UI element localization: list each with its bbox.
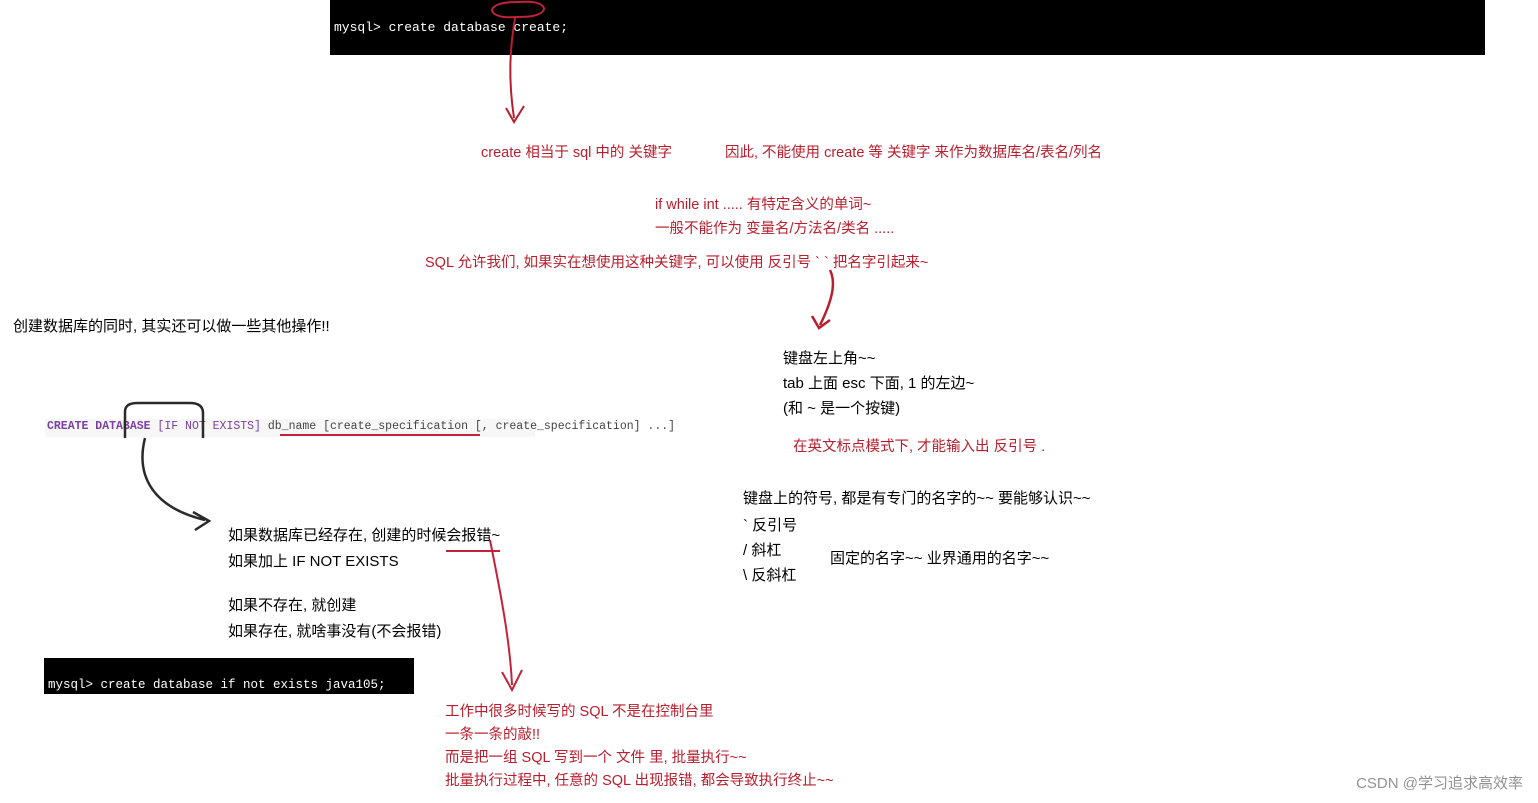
note-work-3: 而是把一组 SQL 写到一个 文件 里, 批量执行~~: [445, 746, 747, 771]
underline-spec: [280, 434, 480, 436]
note-symbols-sl: / 斜杠: [743, 537, 781, 564]
note-symbols-bsl: \ 反斜杠: [743, 562, 796, 589]
note-ifexists-2: 如果加上 IF NOT EXISTS: [228, 548, 399, 575]
arrow-down-3-icon: [470, 540, 530, 700]
note-bt-loc-2: tab 上面 esc 下面, 1 的左边~: [783, 370, 974, 397]
code-kw: CREATE DATABASE: [47, 420, 151, 433]
note-work-2: 一条一条的敲!!: [445, 723, 540, 748]
note-ifexists-1b: 会报错~: [446, 522, 500, 552]
note-symbols-title: 键盘上的符号, 都是有专门的名字的~~ 要能够认识~~: [743, 485, 1091, 512]
note-symbols-bt: ` 反引号: [743, 512, 797, 539]
note-keyword-left: create 相当于 sql 中的 关键字: [481, 141, 672, 166]
terminal-top-line1: mysql> create database create;: [334, 20, 568, 35]
note-keyword-right: 因此, 不能使用 create 等 关键字 来作为数据库名/表名/列名: [725, 141, 1102, 166]
terminal-top: mysql> create database create; ERROR 106…: [330, 0, 1485, 55]
note-reserved-2: 一般不能作为 变量名/方法名/类名 .....: [655, 217, 894, 242]
code-opt: [IF NOT EXISTS]: [151, 420, 268, 433]
note-backtick-main: SQL 允许我们, 如果实在想使用这种关键字, 可以使用 反引号 ` ` 把名字…: [425, 251, 928, 276]
note-ifexists-4: 如果存在, 就啥事没有(不会报错): [228, 618, 441, 645]
watermark: CSDN @学习追求高效率: [1356, 772, 1523, 793]
terminal-bottom-l1: mysql> create database if not exists jav…: [48, 678, 386, 692]
code-rest: db_name [create_specification [, create_…: [268, 420, 675, 433]
arrow-curve-1-icon: [135, 438, 235, 538]
note-work-1: 工作中很多时候写的 SQL 不是在控制台里: [445, 700, 714, 725]
note-ifexists-3: 如果不存在, 就创建: [228, 592, 356, 619]
arrow-down-2-icon: [800, 270, 840, 340]
note-create-same-time: 创建数据库的同时, 其实还可以做一些其他操作!!: [13, 313, 330, 340]
note-work-4: 批量执行过程中, 任意的 SQL 出现报错, 都会导致执行终止~~: [445, 769, 834, 794]
note-bt-mode: 在英文标点模式下, 才能输入出 反引号 .: [793, 435, 1045, 460]
terminal-top-line2: ERROR 1064 (42000): You have an error in…: [334, 54, 1465, 103]
note-bt-loc-1: 键盘左上角~~: [783, 345, 876, 372]
terminal-bottom: mysql> create database if not exists jav…: [44, 658, 414, 694]
terminal-bottom-l2: Query OK, 1 row affected, 1 warning (0.0…: [48, 695, 393, 709]
note-symbols-fixed: 固定的名字~~ 业界通用的名字~~: [830, 545, 1049, 572]
note-reserved-1: if while int ..... 有特定含义的单词~: [655, 193, 871, 218]
note-bt-loc-3: (和 ~ 是一个按键): [783, 395, 900, 422]
note-ifexists-1a: 如果数据库已经存在, 创建的时候: [228, 527, 446, 544]
